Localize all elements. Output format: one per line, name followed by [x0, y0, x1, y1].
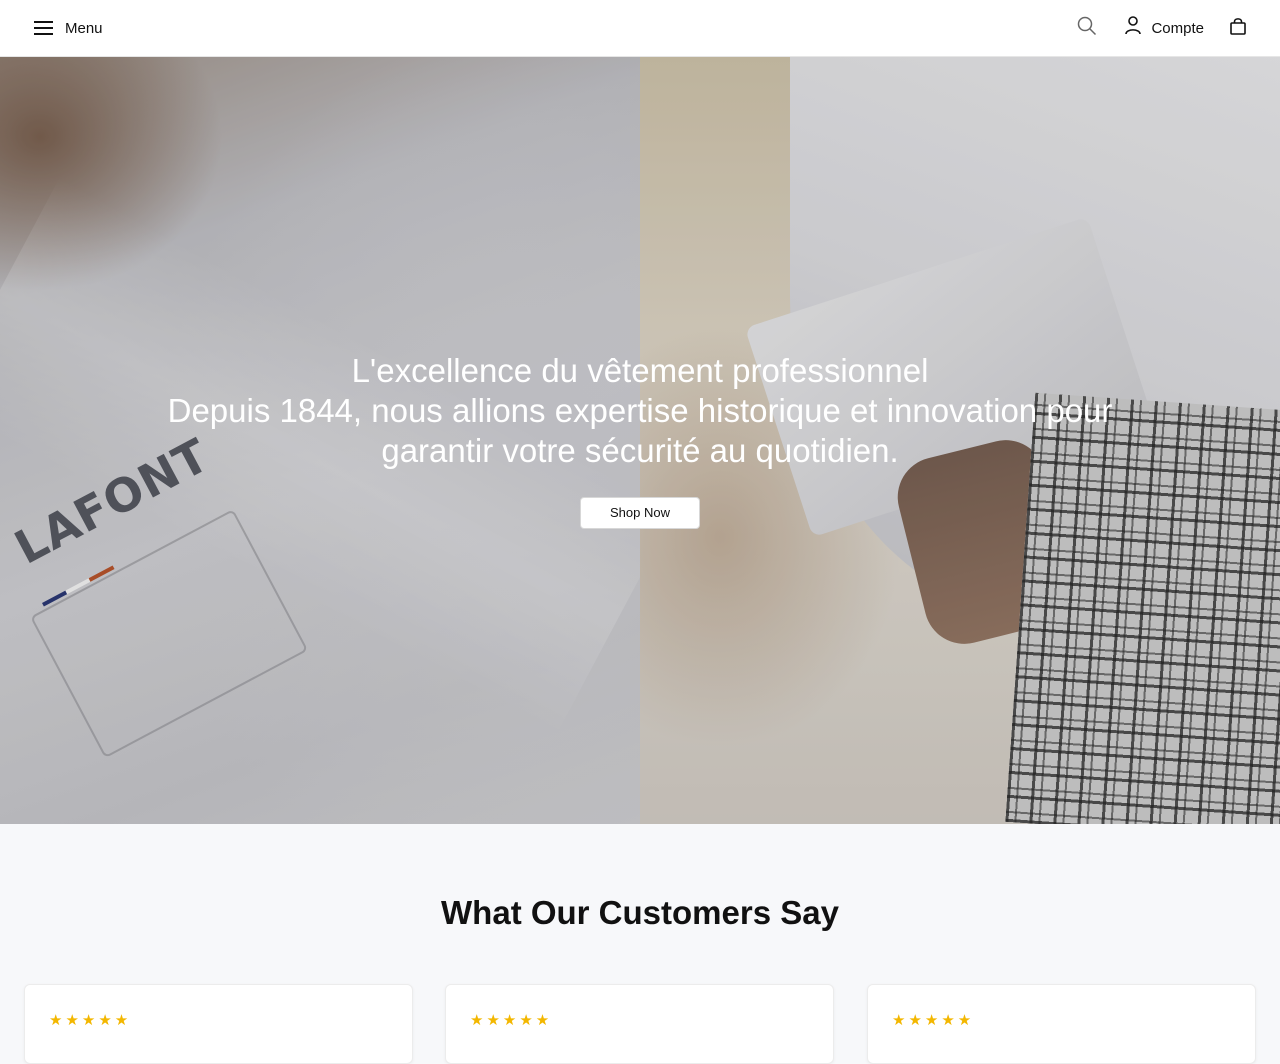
testimonial-card: ★★★★★ [445, 984, 834, 1064]
header-actions: Compte [1077, 16, 1246, 41]
hero-banner: LAFONT L'excellence du vêtement professi… [0, 57, 1280, 824]
shopping-bag-icon [1230, 17, 1246, 40]
account-button[interactable]: Compte [1125, 16, 1204, 40]
star-rating: ★★★★★ [470, 1012, 553, 1029]
testimonial-card: ★★★★★ [867, 984, 1256, 1064]
hero-content: L'excellence du vêtement professionnel D… [0, 351, 1280, 529]
shop-now-button[interactable]: Shop Now [580, 497, 700, 529]
hero-subtitle: Depuis 1844, nous allions expertise hist… [167, 392, 1113, 469]
cart-button[interactable] [1230, 17, 1246, 40]
site-header: Menu Compte [0, 0, 1280, 57]
search-icon [1077, 16, 1097, 41]
menu-label: Menu [65, 19, 103, 37]
testimonial-cards: ★★★★★ ★★★★★ ★★★★★ [24, 984, 1256, 1064]
star-rating: ★★★★★ [49, 1012, 132, 1029]
user-icon [1125, 16, 1142, 40]
search-button[interactable] [1077, 16, 1097, 41]
hamburger-icon [34, 20, 53, 36]
menu-button[interactable]: Menu [34, 20, 103, 37]
testimonials-section: What Our Customers Say ★★★★★ ★★★★★ ★★★★★ [0, 824, 1280, 1064]
account-label: Compte [1151, 19, 1204, 37]
hero-title: L'excellence du vêtement professionnel [351, 352, 929, 389]
star-rating: ★★★★★ [892, 1012, 975, 1029]
testimonial-card: ★★★★★ [24, 984, 413, 1064]
section-title: What Our Customers Say [441, 894, 839, 931]
